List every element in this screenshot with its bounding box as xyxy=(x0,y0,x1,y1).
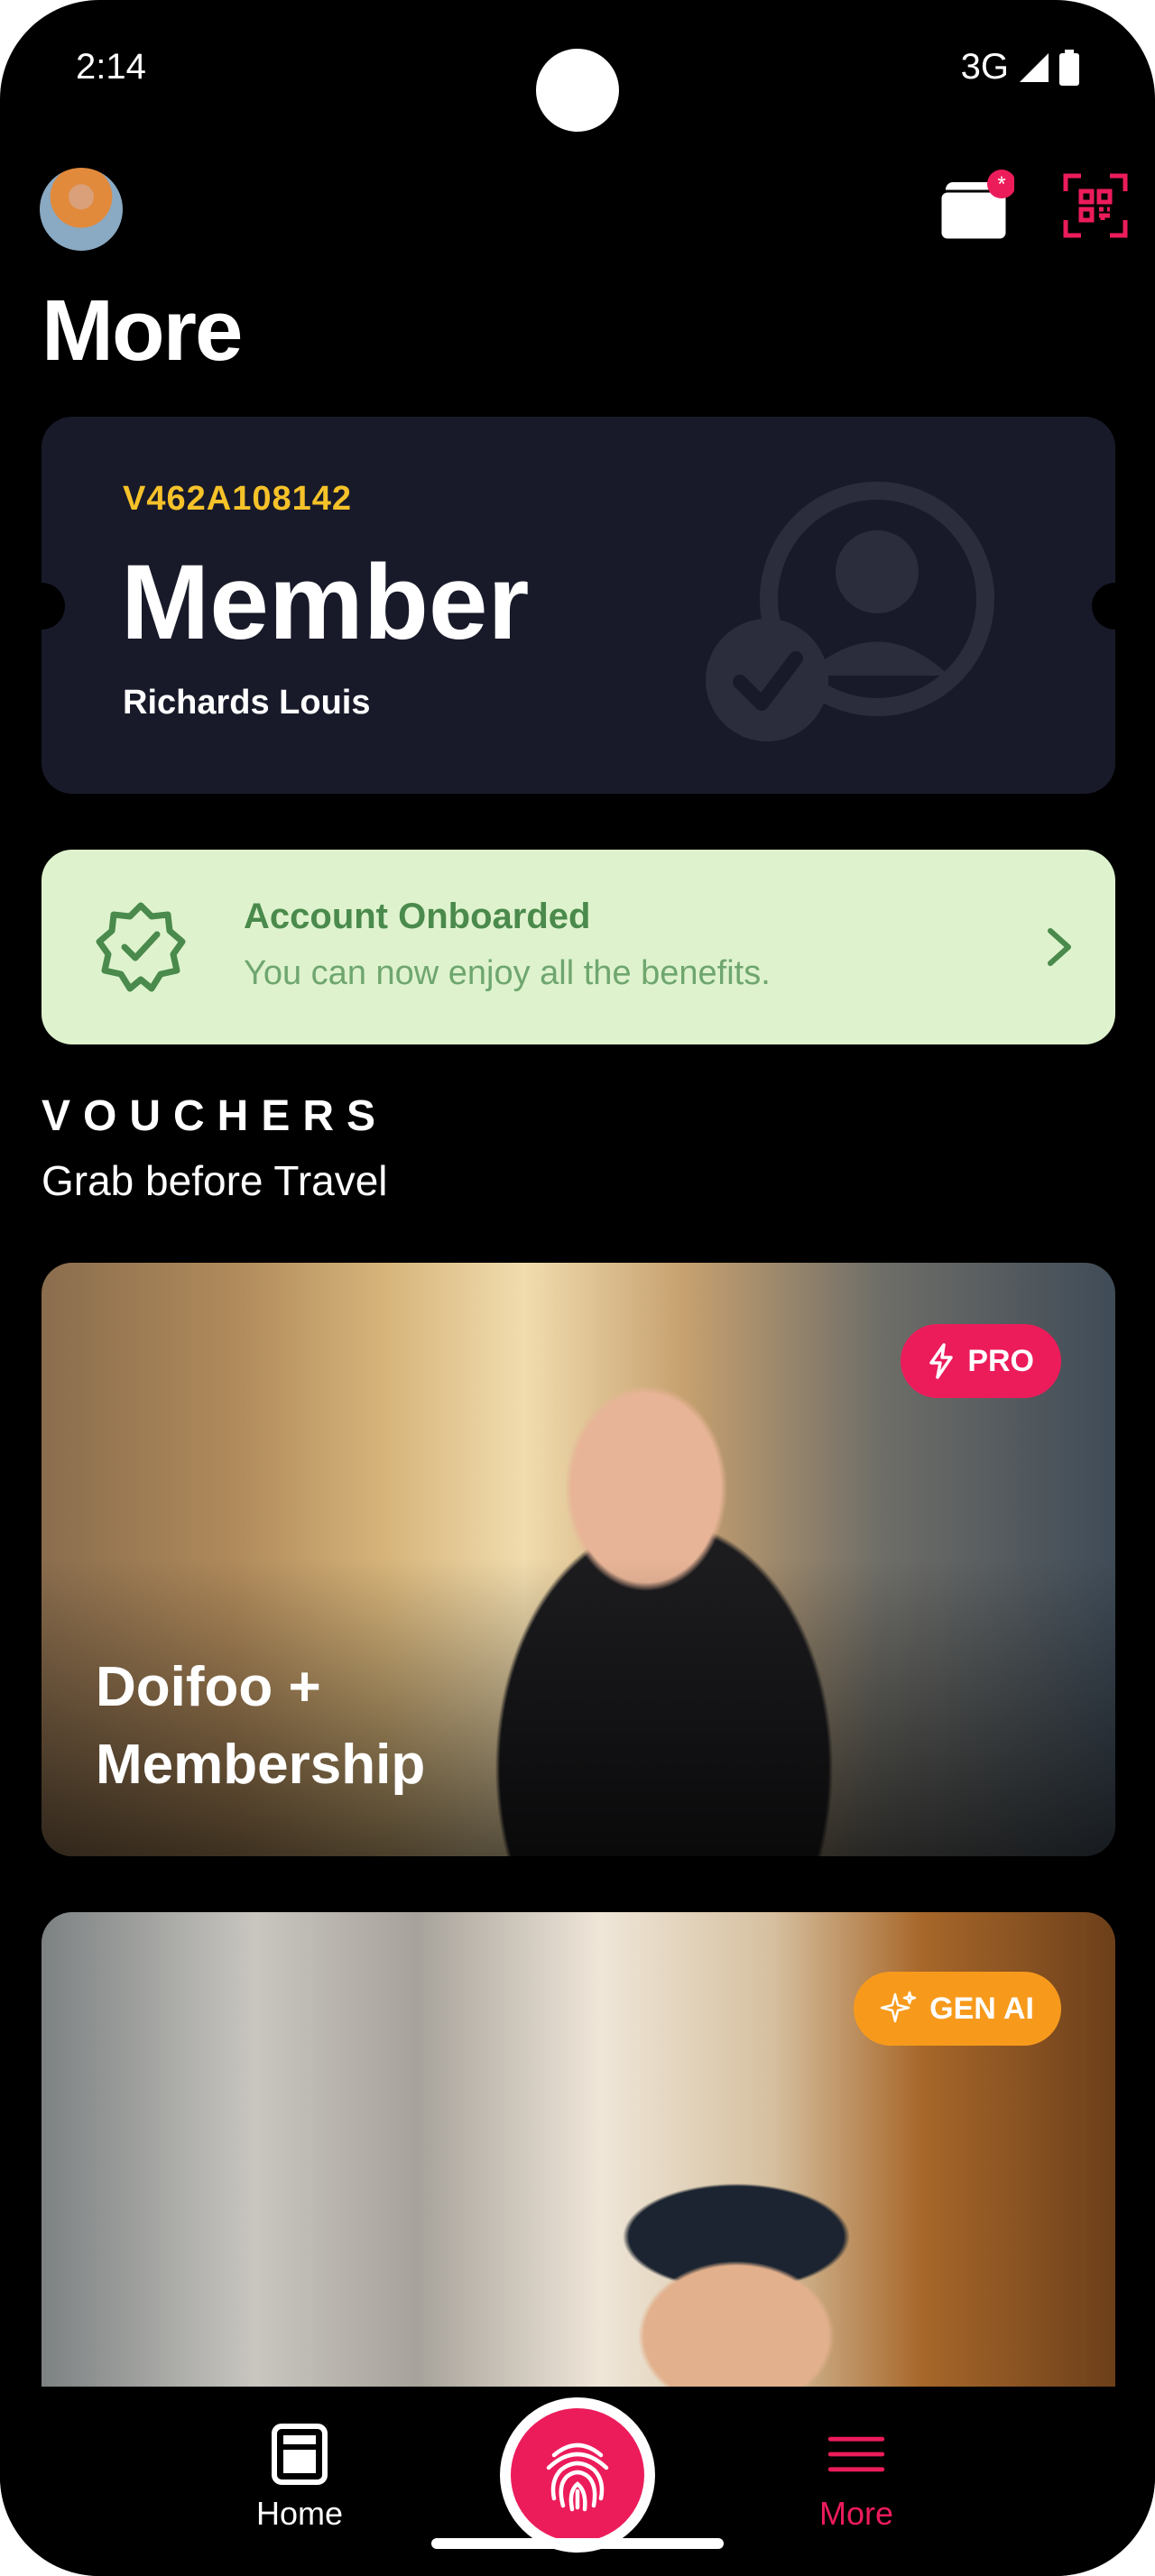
tab-home-label: Home xyxy=(255,2495,344,2532)
fingerprint-icon xyxy=(546,2443,609,2512)
section-label: VOUCHERS xyxy=(42,1092,389,1140)
fingerprint-button-fill xyxy=(511,2408,644,2542)
onboard-title: Account Onboarded xyxy=(244,897,591,936)
tab-more-label: More xyxy=(818,2495,894,2532)
card-notch-right xyxy=(1092,583,1115,630)
tab-more[interactable]: More xyxy=(766,2423,947,2533)
camera-cutout xyxy=(536,49,619,132)
lightning-icon xyxy=(929,1343,954,1379)
gen-ai-badge-label: GEN AI xyxy=(929,1991,1034,2026)
status-icons: 3G xyxy=(961,47,1079,87)
tab-home[interactable]: Home xyxy=(209,2423,390,2533)
card-notch-left xyxy=(42,583,65,630)
member-name: Richards Louis xyxy=(123,684,371,722)
voucher-caption: Doifoo + Membership xyxy=(96,1649,425,1804)
voucher-caption-line2: Membership xyxy=(96,1734,426,1796)
section-subtitle: Grab before Travel xyxy=(42,1157,388,1204)
pro-badge-label: PRO xyxy=(967,1343,1034,1378)
page-title: More xyxy=(42,282,243,379)
wallet-icon[interactable]: * xyxy=(938,170,1014,245)
onboard-banner[interactable]: Account Onboarded You can now enjoy all … xyxy=(42,850,1115,1044)
pro-badge: PRO xyxy=(901,1324,1061,1398)
qr-scan-icon[interactable] xyxy=(1063,173,1128,238)
avatar[interactable] xyxy=(40,168,123,251)
verified-badge-icon xyxy=(96,902,186,992)
home-icon xyxy=(272,2424,328,2485)
voucher-caption-line1: Doifoo + xyxy=(96,1656,321,1718)
wallet-badge: * xyxy=(997,172,1005,197)
gen-ai-badge: GEN AI xyxy=(854,1972,1061,2046)
fingerprint-button[interactable] xyxy=(500,2397,655,2553)
signal-icon xyxy=(1020,52,1049,82)
phone-screen: 2:14 3G * More V462A108142 Member Richar… xyxy=(0,0,1155,2576)
member-card[interactable]: V462A108142 Member Richards Louis xyxy=(42,417,1115,794)
voucher-card[interactable]: PRO Doifoo + Membership xyxy=(42,1263,1115,1856)
onboard-subtitle: You can now enjoy all the benefits. xyxy=(244,954,771,992)
member-id: V462A108142 xyxy=(123,480,352,518)
menu-icon xyxy=(827,2436,885,2472)
sparkle-icon xyxy=(881,1991,917,2023)
chevron-right-icon xyxy=(1048,928,1071,966)
member-tier: Member xyxy=(121,543,530,662)
battery-icon xyxy=(1059,49,1079,86)
verified-user-icon xyxy=(706,482,994,741)
status-time: 2:14 xyxy=(76,47,146,87)
network-type: 3G xyxy=(960,47,1009,87)
home-indicator[interactable] xyxy=(431,2538,724,2549)
